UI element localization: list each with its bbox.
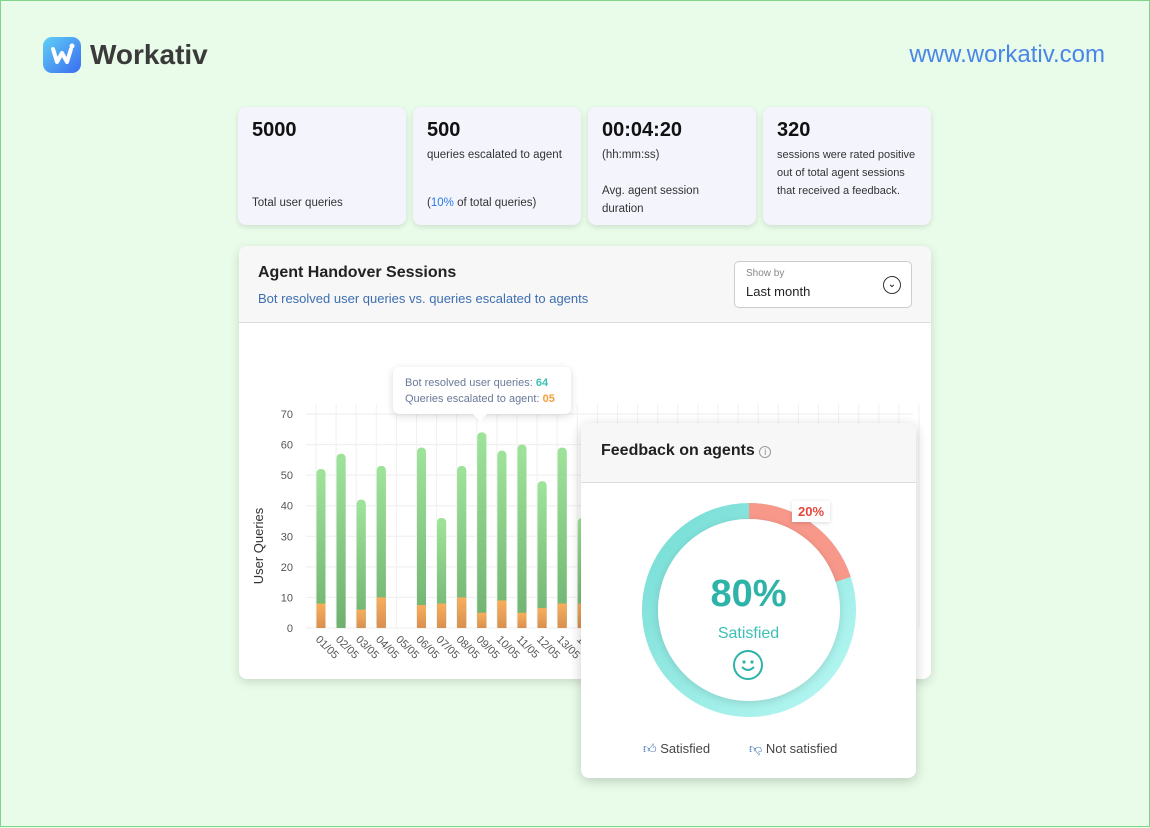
not-satisfied-badge: 20% — [792, 501, 831, 522]
y-tick-label: 70 — [281, 409, 293, 421]
bar-escalated[interactable] — [497, 600, 507, 628]
bar-escalated[interactable] — [457, 597, 467, 628]
legend-satisfied[interactable]: 👍︎ Satisfied — [643, 741, 710, 757]
bar-escalated[interactable] — [376, 597, 386, 628]
bar-total-base — [336, 457, 346, 628]
y-tick-label: 10 — [281, 592, 293, 604]
legend-label: Satisfied — [660, 741, 711, 756]
tooltip-esc-line: Queries escalated to agent: 05 — [405, 391, 559, 407]
legend-label: Not satisfied — [765, 741, 838, 756]
satisfied-label: Satisfied — [717, 625, 780, 642]
bar-escalated[interactable] — [437, 603, 447, 628]
handover-bar-chart: 01020304050607001/0502/0503/0504/0505/05… — [281, 404, 920, 662]
y-tick-label: 40 — [281, 501, 293, 513]
bar-escalated[interactable] — [417, 605, 426, 628]
thumbs-up-icon: 👍︎ — [643, 741, 657, 756]
tooltip-esc-value: 05 — [542, 393, 555, 405]
bar-total-base — [417, 451, 426, 628]
thumbs-down-icon: 👎︎ — [749, 741, 763, 756]
bar-total-base — [356, 503, 366, 628]
bar-total-base — [537, 485, 547, 628]
y-tick-label: 60 — [281, 440, 293, 452]
y-axis-label: User Queries — [251, 507, 266, 585]
tooltip-bot-line: Bot resolved user queries: 64 — [405, 375, 559, 391]
bar-escalated[interactable] — [356, 609, 366, 628]
y-tick-label: 50 — [281, 470, 293, 482]
bar-escalated[interactable] — [517, 612, 527, 628]
tooltip-arrow — [473, 414, 487, 421]
bar-total-base — [477, 436, 487, 628]
bar-total-base — [517, 448, 527, 628]
bar-escalated[interactable] — [557, 603, 567, 628]
smiley-icon — [733, 650, 763, 680]
y-tick-label: 20 — [281, 562, 293, 574]
tooltip-esc-label: Queries escalated to agent: — [405, 393, 543, 405]
satisfied-percent: 80% — [710, 573, 787, 615]
y-tick-label: 0 — [287, 623, 293, 635]
bar-escalated[interactable] — [477, 612, 487, 628]
bar-total-base — [557, 451, 567, 628]
tooltip-bot-value: 64 — [535, 377, 549, 389]
bar-escalated[interactable] — [316, 603, 326, 628]
y-tick-label: 30 — [281, 531, 293, 543]
legend-not-satisfied[interactable]: 👎︎ Not satisfied — [749, 741, 837, 757]
bar-escalated[interactable] — [537, 608, 547, 628]
chart-tooltip: Bot resolved user queries: 64 Queries es… — [393, 367, 571, 421]
feedback-card: Feedback on agents i 80% Satisfied 20% 👍… — [581, 423, 916, 778]
tooltip-bot-label: Bot resolved user queries: — [405, 377, 536, 389]
